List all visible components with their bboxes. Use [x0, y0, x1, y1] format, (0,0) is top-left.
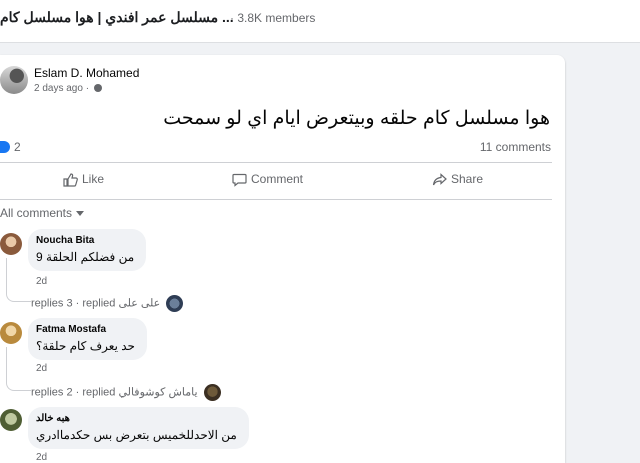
comment-button[interactable]: Comment: [232, 172, 303, 192]
like-label: Like: [82, 172, 105, 186]
group-header: مسلسل عمر افندي | هوا مسلسل كام ... · 3.…: [0, 0, 640, 43]
author-name[interactable]: Eslam D. Mohamed: [34, 66, 139, 80]
comment-text: من الاحدللخميس بتعرض بس حكدماادري: [36, 428, 237, 442]
share-icon: [432, 172, 447, 186]
replies-label: replies 3 · replied: [31, 297, 116, 310]
actions-top-divider: [0, 162, 552, 163]
comments-filter[interactable]: All comments: [0, 206, 85, 220]
replier-avatar: [166, 295, 184, 312]
view-replies-link[interactable]: replies 2 · replied ياماش كوشوفالي: [31, 384, 221, 401]
thumb-up-icon: [63, 173, 78, 187]
author-avatar[interactable]: [0, 66, 28, 94]
post-time-text: 2 days ago ·: [34, 83, 90, 94]
caret-down-icon: [76, 211, 85, 217]
replier-name: على على: [118, 297, 161, 310]
view-replies-link[interactable]: replies 3 · replied على على: [31, 295, 184, 312]
comment-author[interactable]: هبه خالد: [36, 413, 237, 424]
like-icon: [0, 141, 10, 153]
reply-thread-line: [6, 347, 31, 391]
share-label: Share: [451, 172, 484, 186]
reply-thread-line: [6, 258, 31, 302]
comment-avatar[interactable]: [0, 409, 22, 431]
share-button[interactable]: Share: [432, 172, 483, 192]
globe-icon: [93, 84, 102, 93]
replier-avatar: [203, 384, 221, 401]
comment-time[interactable]: 2d: [36, 452, 47, 463]
comments-count[interactable]: 11 comments: [480, 140, 551, 154]
like-button[interactable]: Like: [63, 172, 104, 192]
comment-bubble: Fatma Mostafa حد يعرف كام حلقة؟: [28, 318, 147, 360]
comment-author[interactable]: Noucha Bita: [36, 235, 134, 246]
actions-bottom-divider: [0, 199, 552, 200]
group-members: · 3.8K members: [230, 11, 316, 25]
comment-avatar[interactable]: [0, 233, 22, 255]
group-title[interactable]: مسلسل عمر افندي | هوا مسلسل كام ...: [0, 9, 234, 26]
comment-bubble: هبه خالد من الاحدللخميس بتعرض بس حكدمااد…: [28, 407, 249, 449]
comment-time[interactable]: 2d: [36, 276, 47, 287]
comments-filter-label: All comments: [0, 206, 73, 220]
comment-avatar[interactable]: [0, 322, 22, 344]
comment-text: حد يعرف كام حلقة؟: [36, 339, 135, 353]
post-text: هوا مسلسل كام حلقه وبيتعرض ايام اي لو سم…: [163, 108, 550, 129]
like-count: 2: [14, 140, 21, 154]
replier-name: ياماش كوشوفالي: [118, 386, 198, 399]
comment-text: من فضلكم الحلقة 9: [36, 250, 135, 264]
comment-icon: [232, 173, 247, 187]
comment-bubble: Noucha Bita من فضلكم الحلقة 9: [28, 229, 147, 271]
replies-label: replies 2 · replied: [31, 386, 116, 399]
post-card: Eslam D. Mohamed 2 days ago · هوا مسلسل …: [0, 55, 565, 463]
comment-time[interactable]: 2d: [36, 363, 47, 374]
comment-label: Comment: [251, 172, 304, 186]
comment-author[interactable]: Fatma Mostafa: [36, 324, 135, 335]
post-timestamp[interactable]: 2 days ago ·: [34, 83, 102, 94]
